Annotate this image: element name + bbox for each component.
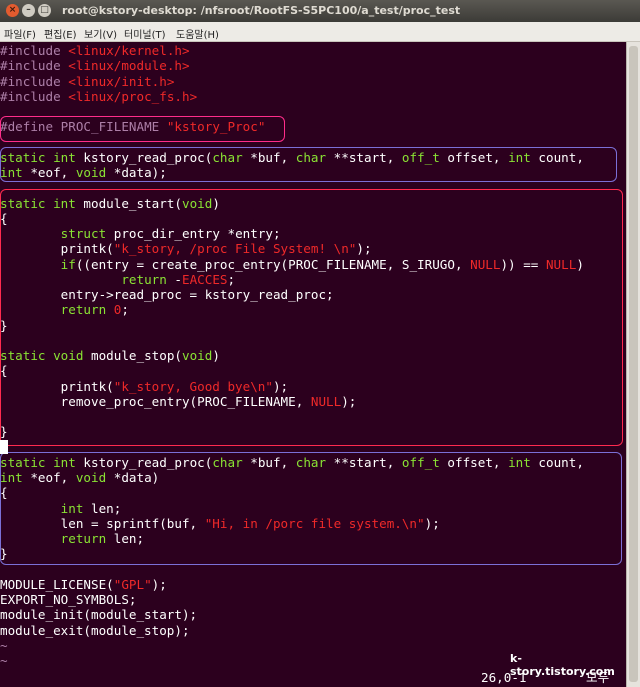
terminal-scrollbar[interactable] xyxy=(626,42,640,687)
read-proc-highlight-box xyxy=(0,452,622,565)
window-title: root@kstory-desktop: /nfsroot/RootFS-S5P… xyxy=(62,4,461,17)
code-token: module_exit(module_stop); xyxy=(0,622,190,638)
define-highlight-box xyxy=(0,116,285,142)
menu-file[interactable]: 파일(F) xyxy=(4,26,36,41)
code-line: #include <linux/module.h> xyxy=(0,58,190,73)
maximize-window-button[interactable]: □ xyxy=(38,4,51,17)
minimize-icon: – xyxy=(26,5,31,15)
code-line: module_init(module_start); xyxy=(0,607,197,622)
code-token: #include xyxy=(0,73,69,89)
code-token: <linux/init.h> xyxy=(68,73,175,89)
close-icon: × xyxy=(8,5,17,15)
terminal-editor[interactable]: #include <linux/kernel.h> #include <linux… xyxy=(0,42,626,687)
code-token: #include xyxy=(0,58,69,74)
prototype-highlight-box xyxy=(0,147,617,182)
maximize-icon: □ xyxy=(40,5,49,15)
menu-view[interactable]: 보기(V) xyxy=(84,26,117,41)
code-line: #include <linux/kernel.h> xyxy=(0,43,190,58)
code-token: module_init(module_start); xyxy=(0,607,198,623)
code-token: #include xyxy=(0,88,69,104)
view-mode-status: 모두 xyxy=(586,670,610,685)
code-token: EXPORT_NO_SYMBOLS; xyxy=(0,592,137,607)
menu-terminal[interactable]: 터미널(T) xyxy=(124,26,166,41)
scrollbar-thumb[interactable] xyxy=(629,46,638,682)
code-token: <linux/proc_fs.h> xyxy=(68,88,198,104)
menu-edit[interactable]: 편집(E) xyxy=(44,26,77,41)
text-cursor xyxy=(0,440,8,454)
code-line: #include <linux/init.h> xyxy=(0,74,174,89)
code-token: ~ xyxy=(0,637,8,653)
code-token: ~ xyxy=(0,653,8,668)
code-line: module_exit(module_stop); xyxy=(0,623,190,638)
code-line: #include <linux/proc_fs.h> xyxy=(0,89,197,104)
cursor-position-status: 26,0-1 xyxy=(481,670,527,685)
menu-help[interactable]: 도움말(H) xyxy=(176,26,219,41)
code-token: <linux/kernel.h> xyxy=(68,43,190,58)
code-token: MODULE_LICENSE( xyxy=(0,576,114,592)
code-line: ~ xyxy=(0,638,8,653)
module-functions-highlight-box xyxy=(0,189,623,446)
code-token: "GPL" xyxy=(113,576,152,592)
window-titlebar: × – □ root@kstory-desktop: /nfsroot/Root… xyxy=(0,0,640,22)
code-token: ); xyxy=(151,576,167,592)
code-line: ~ xyxy=(0,653,8,668)
code-token: #include xyxy=(0,43,69,58)
code-token: <linux/module.h> xyxy=(68,58,190,74)
minimize-window-button[interactable]: – xyxy=(22,4,35,17)
code-line: EXPORT_NO_SYMBOLS; xyxy=(0,592,136,607)
menu-bar: 파일(F) 편집(E) 보기(V) 터미널(T) 도움말(H) xyxy=(0,22,640,42)
code-line: MODULE_LICENSE("GPL"); xyxy=(0,577,167,592)
close-window-button[interactable]: × xyxy=(6,4,19,17)
